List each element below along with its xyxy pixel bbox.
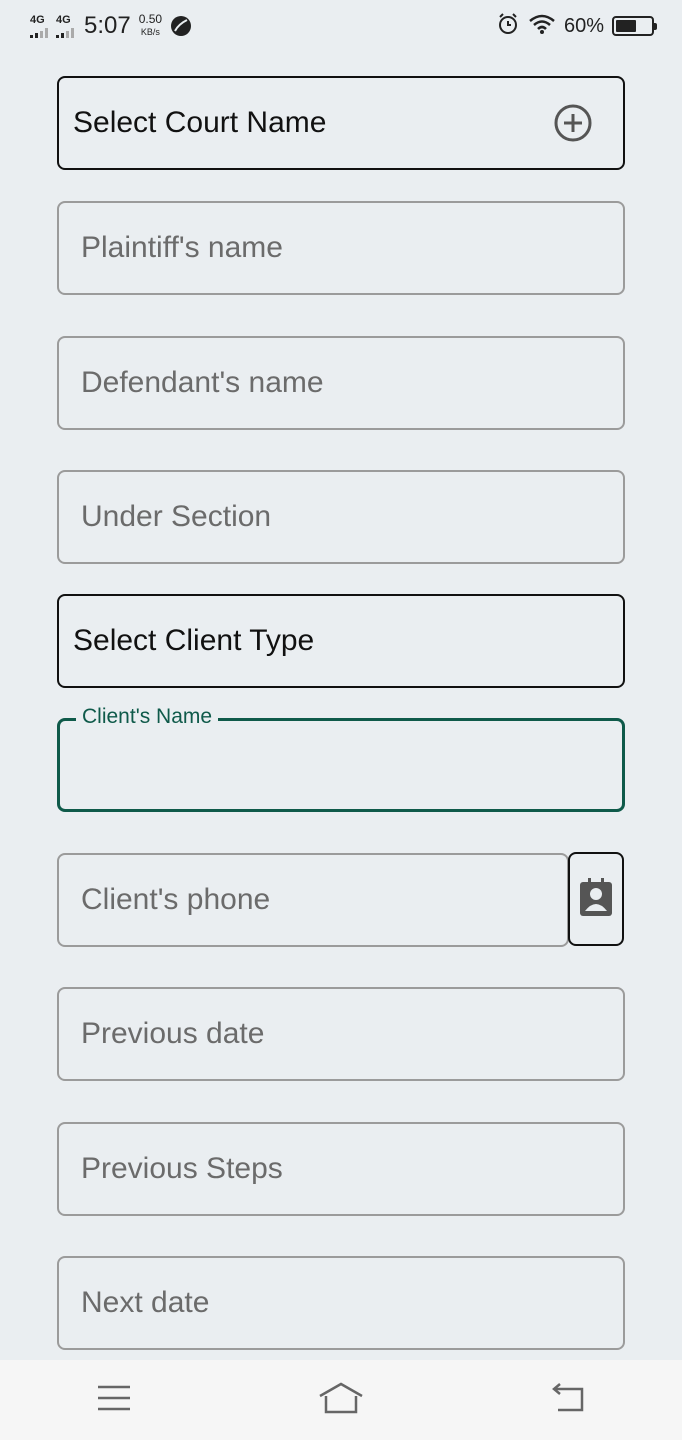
add-circle-icon[interactable] (553, 103, 593, 143)
under-section-placeholder: Under Section (81, 500, 272, 533)
speed-unit: KB/s (140, 27, 160, 37)
back-icon (550, 1382, 586, 1418)
previous-steps-field[interactable]: Previous Steps (57, 1122, 625, 1216)
menu-icon (97, 1385, 131, 1416)
home-icon (318, 1382, 364, 1419)
client-phone-placeholder: Client's phone (81, 883, 271, 916)
status-bar: 4G 4G 5:07 0.50 KB/s 60% (0, 0, 682, 52)
speed-value: 0.50 (138, 12, 163, 26)
previous-date-placeholder: Previous date (81, 1017, 265, 1050)
home-button[interactable] (301, 1360, 381, 1440)
next-date-field[interactable]: Next date (57, 1256, 625, 1350)
defendant-name-field[interactable]: Defendant's name (57, 336, 625, 430)
client-name-field[interactable]: Client's Name (57, 705, 625, 812)
clock: 5:07 (84, 12, 131, 39)
menu-button[interactable] (74, 1360, 154, 1440)
plaintiff-name-placeholder: Plaintiff's name (81, 231, 283, 264)
back-button[interactable] (528, 1360, 608, 1440)
alarm-icon (496, 12, 520, 41)
client-type-label: Select Client Type (73, 624, 315, 657)
previous-steps-placeholder: Previous Steps (81, 1152, 283, 1185)
battery-fill (616, 20, 637, 32)
wifi-icon (528, 13, 556, 40)
battery-icon (612, 16, 657, 36)
signal-2: 4G (56, 13, 74, 38)
court-name-label: Select Court Name (73, 106, 327, 139)
court-name-select[interactable]: Select Court Name (57, 76, 625, 170)
signal-bars-icon (56, 27, 74, 38)
client-type-select[interactable]: Select Client Type (57, 594, 625, 688)
next-date-placeholder: Next date (81, 1286, 210, 1319)
network-type-2: 4G (56, 13, 71, 26)
navigation-bar (0, 1360, 682, 1440)
status-bar-left: 4G 4G 5:07 0.50 KB/s (30, 12, 192, 40)
plaintiff-name-field[interactable]: Plaintiff's name (57, 201, 625, 295)
battery-percent: 60% (563, 14, 604, 37)
contact-picker-button[interactable] (568, 852, 624, 946)
under-section-field[interactable]: Under Section (57, 470, 625, 564)
leaf-icon (170, 15, 192, 37)
client-name-label: Client's Name (76, 705, 219, 729)
status-bar-right: 60% (496, 12, 657, 41)
network-type-1: 4G (30, 13, 45, 26)
contact-picker-icon (579, 877, 613, 921)
client-phone-field[interactable]: Client's phone (57, 853, 569, 947)
previous-date-field[interactable]: Previous date (57, 987, 625, 1081)
network-speed: 0.50 KB/s (139, 13, 162, 39)
defendant-name-placeholder: Defendant's name (81, 366, 324, 399)
signal-bars-icon (30, 27, 48, 38)
signal-1: 4G (30, 13, 48, 38)
